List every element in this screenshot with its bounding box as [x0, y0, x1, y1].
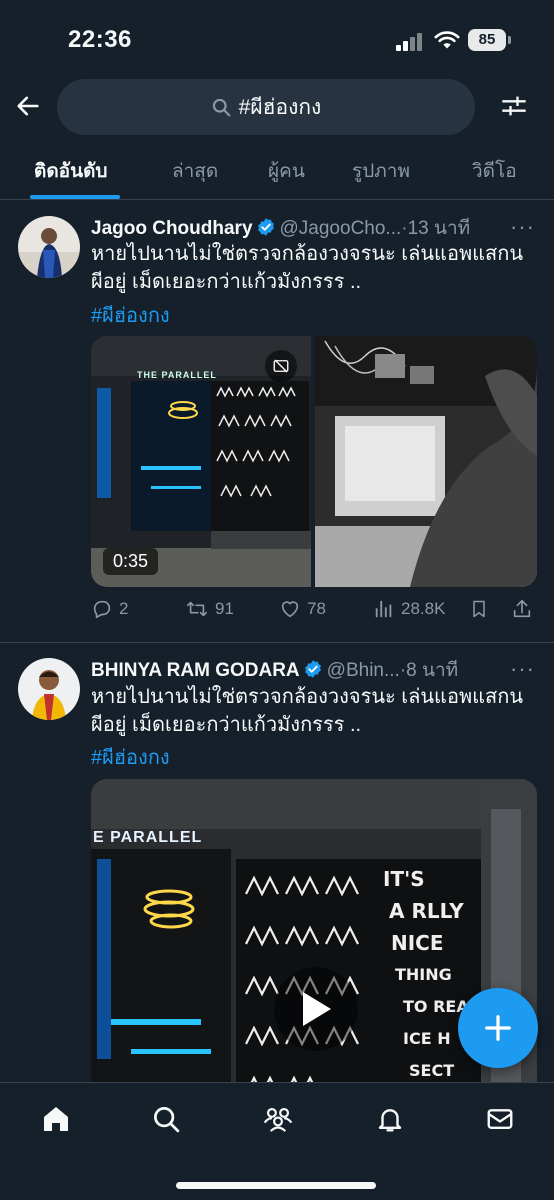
tweet-header: Jagoo Choudhary @JagooCho...·13 นาที [91, 213, 541, 241]
battery-indicator: 85 [468, 29, 511, 51]
active-tab-indicator [30, 195, 120, 199]
retweet-count: 91 [215, 599, 234, 618]
search-header: #ผีฮ่องกง [0, 76, 554, 138]
tab-top[interactable]: ติดอันดับ [34, 156, 107, 186]
tab-videos[interactable]: วิดีโอ [472, 156, 517, 186]
retweet-button[interactable]: 91 [185, 598, 234, 620]
nav-explore[interactable] [146, 1099, 186, 1139]
play-icon [303, 992, 331, 1026]
avatar-image [18, 658, 80, 720]
tweet-time: 13 นาที [407, 218, 471, 239]
search-icon [212, 98, 231, 117]
tweet-header: BHINYA RAM GODARA @Bhin...·8 นาที [91, 655, 541, 683]
bookmark-button[interactable] [469, 598, 489, 620]
sign-text: THE PARALLEL [137, 370, 217, 380]
verified-badge-icon [303, 659, 323, 683]
status-bar: 22:36 85 [0, 0, 554, 72]
wall-text: IT'S A RLLY NICE THING TO REA ICE H SECT [383, 863, 469, 1087]
more-options-button[interactable]: ··· [510, 214, 535, 240]
photo-thumbnail[interactable] [315, 336, 537, 587]
reply-icon [93, 600, 111, 619]
tab-photos[interactable]: รูปภาพ [352, 156, 410, 186]
more-options-button[interactable]: ··· [510, 656, 535, 682]
photo-frame [315, 336, 537, 587]
bell-icon [378, 1109, 402, 1132]
arrow-left-icon [17, 96, 39, 116]
nav-messages[interactable] [480, 1099, 520, 1139]
share-icon [513, 599, 531, 618]
search-tabs: ติดอันดับ ล่าสุด ผู้คน รูปภาพ วิดีโอ [0, 140, 554, 200]
views-button[interactable]: 28.8K [373, 598, 445, 620]
views-icon [375, 600, 392, 618]
share-button[interactable] [511, 598, 533, 620]
plus-icon [485, 1015, 511, 1041]
sign-text: E PARALLEL [93, 829, 203, 846]
compose-button[interactable] [458, 988, 538, 1068]
communities-icon [263, 1107, 293, 1132]
wall-text-line: IT'S [383, 867, 425, 891]
search-icon [154, 1107, 180, 1133]
cellular-signal-icon [396, 33, 424, 51]
hashtag-link[interactable]: #ผีฮ่องกง [91, 299, 170, 331]
tab-people[interactable]: ผู้คน [268, 156, 305, 186]
wall-text-line: NICE [391, 931, 444, 955]
home-icon [44, 1107, 68, 1131]
verified-badge-icon [256, 217, 276, 241]
search-filter-button[interactable] [496, 88, 532, 124]
nav-communities[interactable] [258, 1099, 298, 1139]
video-thumbnail[interactable]: THE PARALLEL 0:35 [91, 336, 311, 587]
tweet[interactable]: Jagoo Choudhary @JagooCho...·13 นาที ··· … [0, 200, 554, 642]
bookmark-icon [473, 600, 485, 618]
status-time: 22:36 [68, 26, 132, 53]
home-indicator [176, 1182, 376, 1189]
author-name[interactable]: Jagoo Choudhary [91, 218, 253, 239]
nav-home[interactable] [36, 1099, 76, 1139]
tweet-time: 8 นาที [406, 660, 459, 681]
hashtag-link[interactable]: #ผีฮ่องกง [91, 741, 170, 773]
search-query: #ผีฮ่องกง [238, 95, 322, 119]
wall-text-line: A RLLY [389, 899, 464, 923]
view-count: 28.8K [401, 599, 446, 618]
tweet-media[interactable]: THE PARALLEL 0:35 [91, 336, 537, 587]
avatar[interactable] [18, 658, 80, 720]
mail-icon [487, 1109, 513, 1129]
retweet-icon [187, 601, 207, 617]
avatar[interactable] [18, 216, 80, 278]
video-duration: 0:35 [103, 548, 159, 575]
search-input[interactable]: #ผีฮ่องกง [57, 79, 475, 135]
author-handle: @Bhin... [326, 660, 400, 681]
wall-text-line: THING [395, 965, 452, 984]
like-count: 78 [307, 599, 326, 618]
like-button[interactable]: 78 [279, 598, 326, 620]
back-button[interactable] [10, 88, 46, 124]
tweet-actions: 2 91 78 28.8K [91, 598, 541, 628]
author-handle: @JagooCho... [279, 218, 402, 239]
reply-count: 2 [119, 599, 129, 618]
play-button[interactable] [274, 967, 358, 1051]
avatar-image [18, 216, 80, 278]
sliders-icon [502, 96, 526, 116]
tweet-text: หายไปนานไม่ใช่ตรวจกล้องวงจรนะ เล่นแอพแสก… [91, 243, 524, 293]
nav-notifications[interactable] [370, 1099, 410, 1139]
tweet-text: หายไปนานไม่ใช่ตรวจกล้องวงจรนะ เล่นแอพแสก… [91, 686, 524, 736]
wifi-icon [434, 31, 460, 49]
reply-button[interactable]: 2 [91, 598, 128, 620]
author-name[interactable]: BHINYA RAM GODARA [91, 660, 300, 681]
tab-latest[interactable]: ล่าสุด [172, 156, 218, 186]
muted-icon[interactable] [265, 350, 297, 382]
heart-icon [281, 601, 299, 618]
